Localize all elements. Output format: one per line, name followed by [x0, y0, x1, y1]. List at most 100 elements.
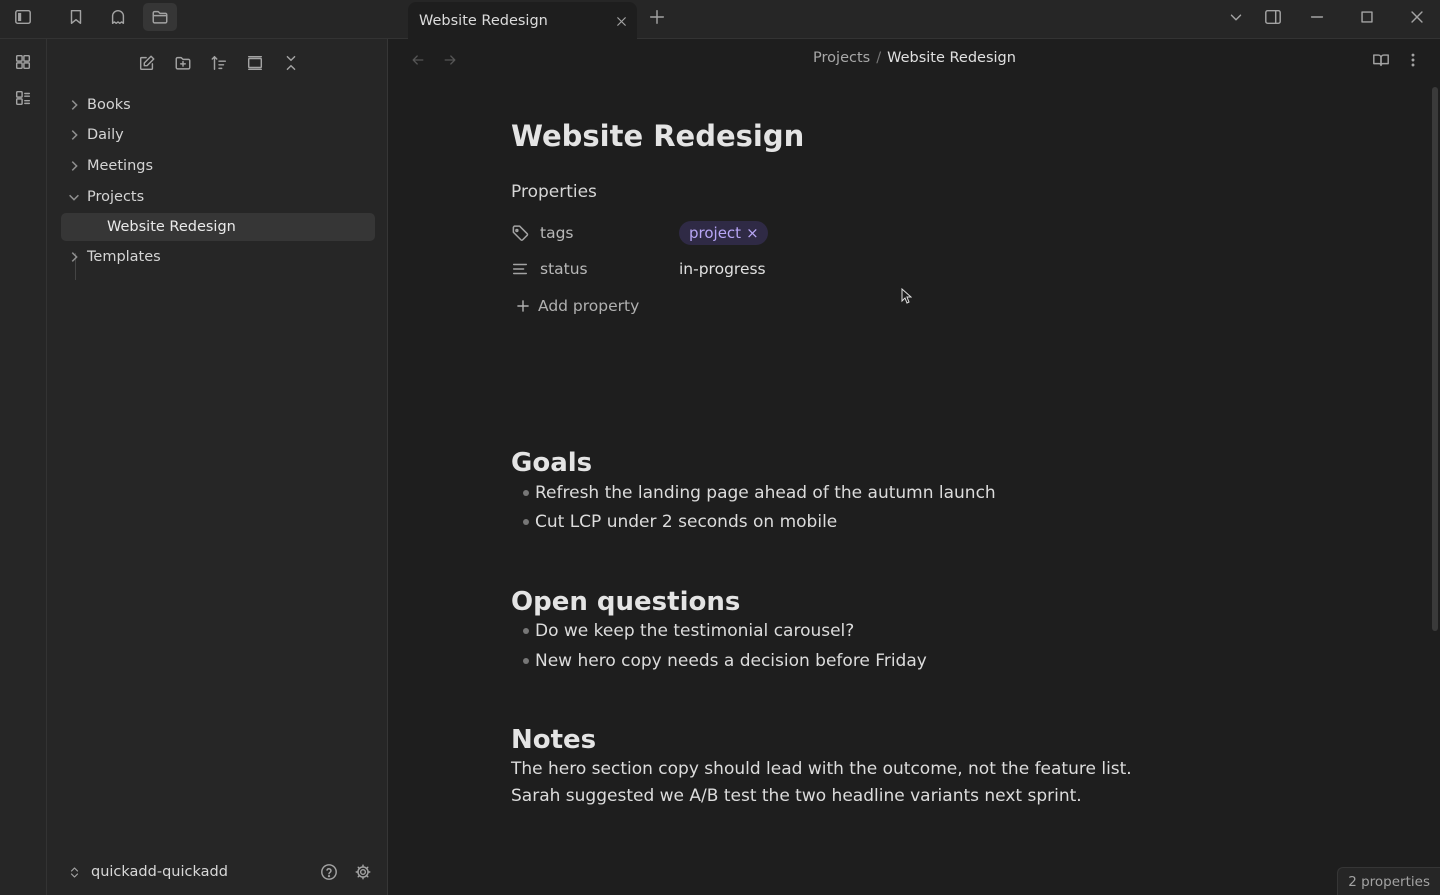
list-item-text: New hero copy needs a decision before Fr…	[535, 651, 927, 671]
mouse-cursor-icon	[901, 288, 912, 304]
tab-website-redesign[interactable]: Website Redesign	[408, 2, 637, 40]
folder-label: Daily	[87, 127, 124, 143]
editor-pane: Projects / Website Redesign Website Redesi…	[389, 39, 1440, 895]
remove-tag-button[interactable]: ×	[746, 224, 759, 242]
tag-label: project	[689, 224, 742, 242]
list-item[interactable]: Refresh the landing page ahead of the au…	[523, 483, 996, 503]
add-property-button[interactable]: Add property	[515, 297, 639, 315]
more-vertical-icon	[1404, 51, 1422, 69]
add-property-label: Add property	[538, 297, 640, 315]
view-header: Projects / Website Redesign	[389, 39, 1440, 81]
folder-label: Books	[87, 97, 131, 113]
bookmarks-tab-button[interactable]	[59, 3, 93, 31]
toggle-right-sidebar-button[interactable]	[1256, 3, 1290, 31]
help-button[interactable]	[312, 857, 346, 887]
files-tab-button[interactable]	[143, 3, 177, 31]
minimize-window-button[interactable]	[1300, 3, 1334, 31]
ghost-icon	[109, 8, 127, 26]
search-tab-button[interactable]	[101, 3, 135, 31]
folder-plus-icon	[174, 54, 192, 72]
tag-pill[interactable]: project ×	[679, 221, 768, 245]
folder-projects[interactable]: Projects	[61, 183, 375, 211]
close-window-button[interactable]	[1400, 3, 1434, 31]
paragraph[interactable]: The hero section copy should lead with t…	[511, 759, 1132, 779]
list-item[interactable]: Do we keep the testimonial carousel?	[523, 621, 854, 641]
maximize-icon	[1358, 8, 1376, 26]
vault-name[interactable]: quickadd-quickadd	[91, 864, 312, 880]
bases-button[interactable]	[8, 84, 38, 112]
close-icon	[614, 14, 629, 29]
book-open-icon	[1372, 51, 1390, 69]
chevron-right-icon	[61, 128, 87, 142]
chevron-right-icon	[61, 159, 87, 173]
change-sort-order-button[interactable]	[203, 49, 235, 77]
list-item[interactable]: New hero copy needs a decision before Fr…	[523, 651, 927, 671]
vault-switcher: quickadd-quickadd	[47, 849, 388, 895]
note-title[interactable]: Website Redesign	[511, 119, 804, 153]
chevron-right-icon	[61, 98, 87, 112]
plus-icon	[515, 298, 538, 314]
grid-icon	[14, 53, 32, 71]
properties-count: 2 properties	[1348, 873, 1430, 890]
folder-templates[interactable]: Templates	[61, 243, 375, 271]
heading-notes[interactable]: Notes	[511, 725, 596, 755]
breadcrumb-separator: /	[876, 50, 882, 66]
vault-switch-button[interactable]	[65, 857, 83, 887]
folder-daily[interactable]: Daily	[61, 121, 375, 149]
property-key[interactable]: status	[540, 260, 679, 278]
property-key[interactable]: tags	[540, 224, 679, 242]
reveal-icon	[246, 54, 264, 72]
chevron-down-icon	[61, 190, 87, 204]
more-options-button[interactable]	[1399, 47, 1427, 73]
breadcrumb-parent[interactable]: Projects	[813, 50, 870, 66]
bullet-icon	[523, 519, 529, 525]
chevrons-up-down-icon	[67, 865, 82, 880]
folder-meetings[interactable]: Meetings	[61, 152, 375, 180]
tag-icon	[511, 224, 531, 243]
paragraph[interactable]: Sarah suggested we A/B test the two head…	[511, 786, 1082, 806]
heading-open-questions[interactable]: Open questions	[511, 587, 740, 617]
settings-button[interactable]	[346, 857, 380, 887]
new-folder-button[interactable]	[167, 49, 199, 77]
gear-icon	[354, 863, 372, 881]
sidebar-right-icon	[1264, 8, 1282, 26]
sidebar-left-icon	[14, 8, 32, 26]
folder-label: Templates	[87, 249, 161, 265]
new-tab-button[interactable]	[643, 4, 671, 30]
close-tab-button[interactable]	[605, 7, 637, 35]
new-note-button[interactable]	[131, 49, 163, 77]
canvas-button[interactable]	[8, 48, 38, 76]
bullet-icon	[523, 628, 529, 634]
scrollbar[interactable]	[1432, 87, 1438, 631]
collapse-all-button[interactable]	[275, 49, 307, 77]
title-bar: Website Redesign	[0, 0, 1440, 40]
text-lines-icon	[511, 260, 531, 278]
tab-list-button[interactable]	[1219, 3, 1253, 31]
property-status: status in-progress	[511, 254, 1111, 284]
list-layout-icon	[14, 89, 32, 107]
folder-icon	[151, 8, 169, 26]
collapse-icon	[282, 54, 300, 72]
folder-books[interactable]: Books	[61, 91, 375, 119]
property-tags: tags project ×	[511, 218, 1111, 248]
toggle-left-sidebar-button[interactable]	[6, 3, 40, 31]
auto-reveal-button[interactable]	[239, 49, 271, 77]
file-website-redesign[interactable]: Website Redesign	[61, 213, 375, 241]
status-bar-properties[interactable]: 2 properties	[1337, 867, 1440, 895]
file-explorer-toolbar	[131, 49, 307, 77]
list-item-text: Cut LCP under 2 seconds on mobile	[535, 512, 838, 532]
sort-icon	[210, 54, 228, 72]
chevron-right-icon	[61, 250, 87, 264]
list-item[interactable]: Cut LCP under 2 seconds on mobile	[523, 512, 837, 532]
plus-icon	[648, 8, 666, 26]
close-icon	[1408, 8, 1426, 26]
list-item-text: Refresh the landing page ahead of the au…	[535, 483, 996, 503]
properties-heading[interactable]: Properties	[511, 182, 597, 202]
reading-view-button[interactable]	[1367, 47, 1395, 73]
maximize-window-button[interactable]	[1350, 3, 1384, 31]
heading-goals[interactable]: Goals	[511, 448, 592, 478]
edit-icon	[138, 54, 156, 72]
property-value[interactable]: in-progress	[679, 260, 766, 278]
breadcrumb: Projects / Website Redesign	[389, 50, 1440, 66]
breadcrumb-current[interactable]: Website Redesign	[887, 50, 1016, 66]
